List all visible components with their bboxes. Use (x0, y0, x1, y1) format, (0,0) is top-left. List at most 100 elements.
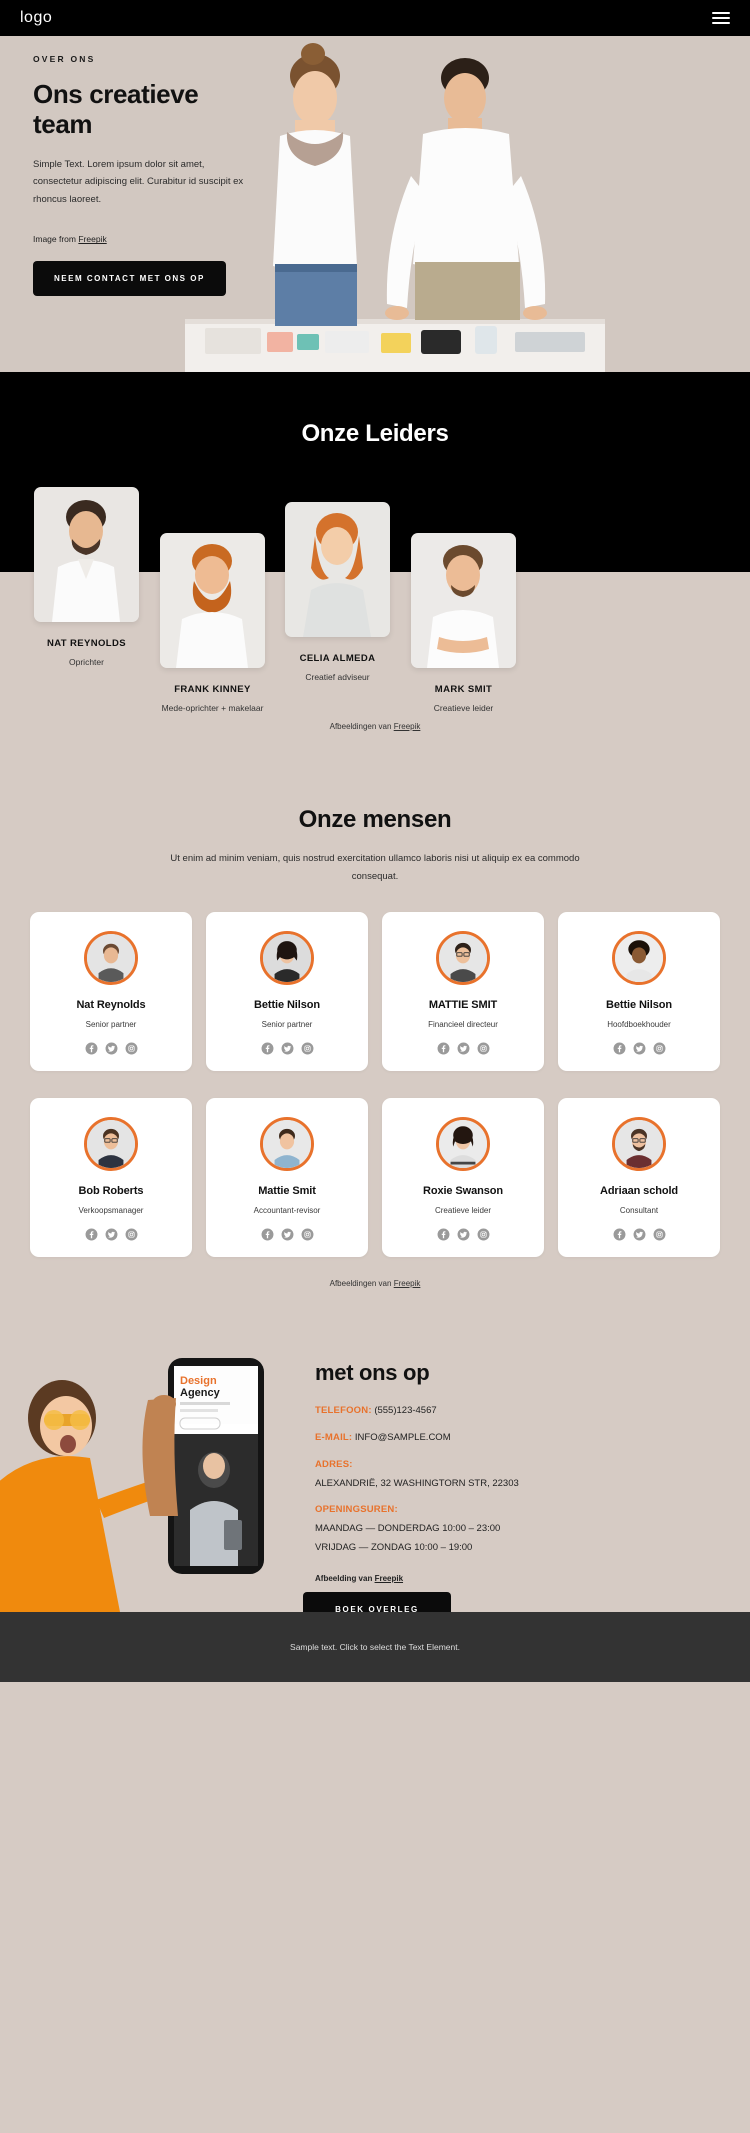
leader-name: MARK SMIT (434, 684, 493, 695)
instagram-icon[interactable] (653, 1228, 666, 1241)
leader-role: Creatief adviseur (305, 672, 370, 682)
contact-address-label: ADRES: (315, 1458, 353, 1470)
instagram-icon[interactable] (653, 1042, 666, 1055)
social-links (388, 1228, 538, 1241)
instagram-icon[interactable] (301, 1042, 314, 1055)
site-header: logo (0, 0, 750, 36)
facebook-icon[interactable] (613, 1042, 626, 1055)
leader-card[interactable]: MARK SMIT Creatieve leider (396, 533, 531, 713)
avatar (612, 931, 666, 986)
hamburger-menu-icon[interactable] (712, 9, 730, 27)
footer-text[interactable]: Sample text. Click to select the Text El… (290, 1642, 460, 1652)
people-title: Onze mensen (298, 806, 452, 833)
member-card[interactable]: Mattie Smit Accountant-revisor (206, 1098, 368, 1258)
member-name: Bob Roberts (78, 1185, 144, 1198)
twitter-icon[interactable] (105, 1228, 118, 1241)
member-role: Consultant (619, 1206, 659, 1216)
avatar (436, 931, 490, 986)
social-links (564, 1042, 714, 1055)
avatar (260, 931, 314, 986)
member-card[interactable]: Roxie Swanson Creatieve leider (382, 1098, 544, 1258)
member-role: Creatieve leider (434, 1206, 492, 1216)
leader-card[interactable]: CELIA ALMEDA Creatief adviseur (270, 502, 405, 682)
contact-email-label: E-MAIL: (315, 1432, 353, 1444)
hero-credit: Image from Freepik (33, 234, 248, 244)
facebook-icon[interactable] (261, 1228, 274, 1241)
contact-cta-button[interactable]: NEEM CONTACT MET ONS OP (33, 261, 226, 297)
instagram-icon[interactable] (125, 1228, 138, 1241)
facebook-icon[interactable] (261, 1042, 274, 1055)
member-card[interactable]: Bob Roberts Verkoopsmanager (30, 1098, 192, 1258)
instagram-icon[interactable] (301, 1228, 314, 1241)
social-links (36, 1228, 186, 1241)
facebook-icon[interactable] (613, 1228, 626, 1241)
hero-title: Ons creatieve team (33, 79, 199, 139)
people-grid-row-1: Nat Reynolds Senior partner Bettie Nilso… (0, 885, 750, 1072)
leaders-section: Onze Leiders NAT REYNOLDS Oprichter FRAN… (0, 372, 750, 772)
leader-photo (411, 533, 516, 668)
contact-phone-value[interactable]: (555)123-4567 (374, 1405, 436, 1416)
member-role: Senior partner (261, 1020, 313, 1030)
twitter-icon[interactable] (281, 1042, 294, 1055)
hero-section: OVER ONS Ons creatieve team Simple Text.… (0, 36, 750, 372)
instagram-icon[interactable] (477, 1042, 490, 1055)
contact-phone-label: TELEFOON: (315, 1405, 372, 1417)
leader-role: Oprichter (69, 657, 104, 667)
leaders-credit-link[interactable]: Freepik (394, 722, 421, 731)
leaders-credit-prefix: Afbeeldingen van (329, 722, 394, 731)
social-links (36, 1042, 186, 1055)
contact-hours-line-2: VRIJDAG — ZONDAG 10:00 – 19:00 (315, 1542, 473, 1554)
contact-credit-link[interactable]: Freepik (375, 1574, 403, 1583)
social-links (212, 1228, 362, 1241)
contact-section: Design Agency met ons op TELEFOON: (555)… (0, 1340, 750, 1613)
svg-text:Design: Design (180, 1375, 217, 1387)
leader-photo (34, 487, 139, 622)
twitter-icon[interactable] (457, 1042, 470, 1055)
avatar (436, 1117, 490, 1172)
book-meeting-button[interactable]: BOEK OVERLEG (303, 1592, 451, 1613)
facebook-icon[interactable] (437, 1228, 450, 1241)
member-name: MATTIE SMIT (428, 999, 498, 1012)
contact-hours-label: OPENINGSUREN: (315, 1504, 398, 1516)
leader-photo (285, 502, 390, 637)
contact-email-value[interactable]: INFO@SAMPLE.COM (355, 1432, 451, 1443)
contact-email: E-MAIL: INFO@SAMPLE.COM (315, 1431, 715, 1445)
twitter-icon[interactable] (281, 1228, 294, 1241)
leader-card[interactable]: NAT REYNOLDS Oprichter (19, 487, 154, 667)
member-name: Roxie Swanson (423, 1185, 503, 1198)
instagram-icon[interactable] (477, 1228, 490, 1241)
logo[interactable]: logo (20, 9, 52, 27)
member-card[interactable]: Bettie Nilson Senior partner (206, 912, 368, 1072)
leader-role: Creatieve leider (433, 703, 494, 713)
people-grid-row-2: Bob Roberts Verkoopsmanager Mattie Smit … (0, 1071, 750, 1258)
facebook-icon[interactable] (437, 1042, 450, 1055)
twitter-icon[interactable] (457, 1228, 470, 1241)
leaders-credit: Afbeeldingen van Freepik (0, 722, 750, 731)
hero-credit-link[interactable]: Freepik (78, 234, 106, 244)
facebook-icon[interactable] (85, 1228, 98, 1241)
member-card[interactable]: Bettie Nilson Hoofdboekhouder (558, 912, 720, 1072)
leader-card[interactable]: FRANK KINNEY Mede-oprichter + makelaar (145, 533, 280, 713)
contact-hours-line-1: MAANDAG — DONDERDAG 10:00 – 23:00 (315, 1523, 501, 1535)
twitter-icon[interactable] (105, 1042, 118, 1055)
member-name: Bettie Nilson (606, 999, 672, 1012)
facebook-icon[interactable] (85, 1042, 98, 1055)
contact-hours: OPENINGSUREN: MAANDAG — DONDERDAG 10:00 … (315, 1504, 715, 1555)
member-card[interactable]: Nat Reynolds Senior partner (30, 912, 192, 1072)
member-card[interactable]: Adriaan schold Consultant (558, 1098, 720, 1258)
member-name: Bettie Nilson (254, 999, 320, 1012)
people-credit-prefix: Afbeeldingen van (329, 1279, 394, 1289)
people-credit: Afbeeldingen van Freepik (0, 1257, 750, 1288)
people-credit-link[interactable]: Freepik (394, 1279, 421, 1288)
leader-photo (160, 533, 265, 668)
contact-phone: TELEFOON: (555)123-4567 (315, 1404, 715, 1418)
twitter-icon[interactable] (633, 1042, 646, 1055)
member-card[interactable]: MATTIE SMIT Financieel directeur (382, 912, 544, 1072)
twitter-icon[interactable] (633, 1228, 646, 1241)
contact-address: ADRES: ALEXANDRIË, 32 WASHINGTORN STR, 2… (315, 1459, 715, 1492)
member-role: Senior partner (85, 1020, 137, 1030)
instagram-icon[interactable] (125, 1042, 138, 1055)
avatar (84, 931, 138, 986)
people-subtitle: Ut enim ad minim veniam, quis nostrud ex… (170, 853, 580, 882)
contact-photo: Design Agency (0, 1340, 300, 1613)
